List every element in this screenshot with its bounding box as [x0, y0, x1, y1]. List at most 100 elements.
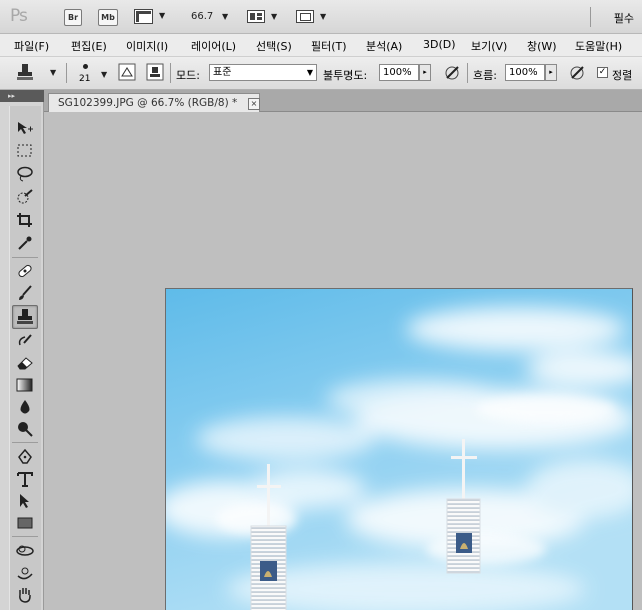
flow-slider-button[interactable]: ▸ — [545, 64, 557, 81]
ruler-icon — [134, 9, 153, 24]
document-tab-bar: SG102399.JPG @ 66.7% (RGB/8) * × — [44, 90, 642, 112]
menu-analysis[interactable]: 분석(A) — [366, 38, 402, 54]
aligned-checkbox[interactable]: ✓ — [597, 67, 608, 78]
eraser-tool[interactable] — [12, 353, 38, 373]
menu-file[interactable]: 파일(F) — [14, 38, 49, 54]
blur-tool[interactable] — [12, 397, 38, 417]
quick-selection-icon — [17, 189, 33, 204]
mode-label: 모드: — [176, 69, 200, 82]
tool-preset-picker[interactable]: ▼ — [14, 62, 58, 84]
crop-tool[interactable] — [12, 210, 38, 230]
clone-stamp-icon — [17, 64, 33, 80]
brush-picker[interactable]: 21 ▼ — [74, 60, 110, 86]
chevron-down-icon: ▼ — [271, 12, 278, 21]
chevron-down-icon[interactable]: ▼ — [222, 12, 228, 21]
gradient-icon — [16, 378, 33, 392]
eraser-icon — [17, 357, 33, 370]
flow-input[interactable]: 100% — [505, 64, 545, 81]
clone-stamp-tool[interactable] — [12, 305, 38, 329]
document-title: SG102399.JPG @ 66.7% (RGB/8) * — [58, 97, 238, 109]
brush-tool[interactable] — [12, 283, 38, 303]
menu-edit[interactable]: 편집(E) — [71, 38, 107, 54]
3d-orbit-tool[interactable] — [12, 563, 38, 583]
path-selection-icon — [20, 494, 29, 508]
zoom-level[interactable]: 66.7 — [191, 11, 213, 22]
divider — [12, 257, 38, 258]
move-tool[interactable] — [12, 118, 38, 138]
brush-panel-icon[interactable] — [118, 63, 136, 81]
marquee-tool[interactable] — [12, 141, 38, 161]
3d-rotate-tool[interactable] — [12, 541, 38, 561]
aligned-label: 정렬 — [612, 69, 633, 82]
options-bar: ▼ 21 ▼ 모드: 표준 ▼ 불투명도: 100% ▸ 흐름: 100% ▸ … — [0, 57, 642, 90]
divider — [12, 442, 38, 443]
menu-help[interactable]: 도움말(H) — [575, 38, 622, 54]
crop-icon — [17, 213, 32, 227]
mini-bridge-button[interactable]: Mb — [98, 9, 118, 26]
clone-source-panel-icon[interactable] — [146, 63, 164, 81]
pen-tool[interactable] — [12, 447, 38, 467]
gradient-tool[interactable] — [12, 375, 38, 395]
lasso-tool[interactable] — [12, 164, 38, 184]
document-image[interactable] — [165, 288, 633, 610]
chevron-down-icon: ▼ — [320, 12, 327, 21]
airbrush-icon[interactable] — [568, 63, 586, 81]
chevron-down-icon: ▼ — [306, 68, 313, 77]
divider — [12, 536, 38, 537]
menu-bar: 파일(F) 편집(E) 이미지(I) 레이어(L) 선택(S) 필터(T) 분석… — [0, 34, 642, 57]
dodge-tool[interactable] — [12, 419, 38, 439]
close-icon[interactable]: × — [248, 98, 260, 110]
opacity-input[interactable]: 100% — [379, 64, 419, 81]
3d-orbit-icon — [17, 567, 33, 580]
opacity-label: 불투명도: — [323, 69, 368, 82]
menu-filter[interactable]: 필터(T) — [311, 38, 347, 54]
application-bar: Ps Br Mb ▼ 66.7 ▼ ▼ ▼ 필수 — [0, 0, 642, 34]
healing-brush-tool[interactable] — [12, 261, 38, 281]
type-tool[interactable] — [12, 469, 38, 489]
arrange-icon — [247, 10, 265, 23]
view-extras-button[interactable]: ▼ — [134, 9, 172, 25]
menu-window[interactable]: 창(W) — [527, 38, 557, 54]
chevron-down-icon: ▼ — [50, 68, 57, 77]
path-selection-tool[interactable] — [12, 491, 38, 511]
chevron-down-icon: ▼ — [159, 11, 166, 20]
document-tab[interactable]: SG102399.JPG @ 66.7% (RGB/8) * × — [48, 93, 260, 112]
rectangle-shape-icon — [17, 517, 33, 529]
bridge-button[interactable]: Br — [64, 9, 82, 26]
chevron-down-icon: ▼ — [101, 70, 108, 79]
photoshop-logo: Ps — [10, 6, 28, 26]
shape-tool[interactable] — [12, 513, 38, 533]
tools-panel: ▸▸ — [0, 90, 44, 610]
tablet-pressure-opacity-icon[interactable] — [443, 63, 461, 81]
quick-selection-tool[interactable] — [12, 187, 38, 207]
canvas-right-edge — [633, 288, 642, 610]
history-brush-icon — [18, 334, 32, 346]
brush-tip-icon — [83, 64, 88, 69]
hand-icon — [19, 588, 31, 603]
menu-view[interactable]: 보기(V) — [471, 38, 507, 54]
menu-image[interactable]: 이미지(I) — [126, 38, 168, 54]
menu-select[interactable]: 선택(S) — [256, 38, 292, 54]
menu-3d[interactable]: 3D(D) — [423, 38, 456, 51]
eyedropper-icon — [18, 236, 32, 250]
panel-collapse-handle[interactable]: ▸▸ — [0, 90, 44, 102]
screen-mode-button[interactable]: ▼ — [296, 9, 330, 25]
dodge-icon — [18, 422, 33, 437]
rectangular-marquee-icon — [17, 144, 32, 157]
workspace-switcher[interactable]: 필수 — [614, 10, 634, 26]
opacity-slider-button[interactable]: ▸ — [419, 64, 431, 81]
divider — [66, 63, 67, 83]
3d-rotate-icon — [16, 545, 34, 556]
divider — [590, 7, 591, 27]
type-icon — [17, 472, 33, 487]
history-brush-tool[interactable] — [12, 331, 38, 351]
mode-select[interactable]: 표준 ▼ — [209, 64, 317, 81]
water-drop-icon — [20, 400, 30, 414]
hand-tool[interactable] — [12, 585, 38, 605]
menu-layer[interactable]: 레이어(L) — [191, 38, 236, 54]
arrange-documents-button[interactable]: ▼ — [247, 9, 281, 25]
eyedropper-tool[interactable] — [12, 233, 38, 253]
pen-icon — [18, 449, 32, 464]
sky-photo — [166, 289, 632, 610]
flow-label: 흐름: — [473, 69, 497, 82]
